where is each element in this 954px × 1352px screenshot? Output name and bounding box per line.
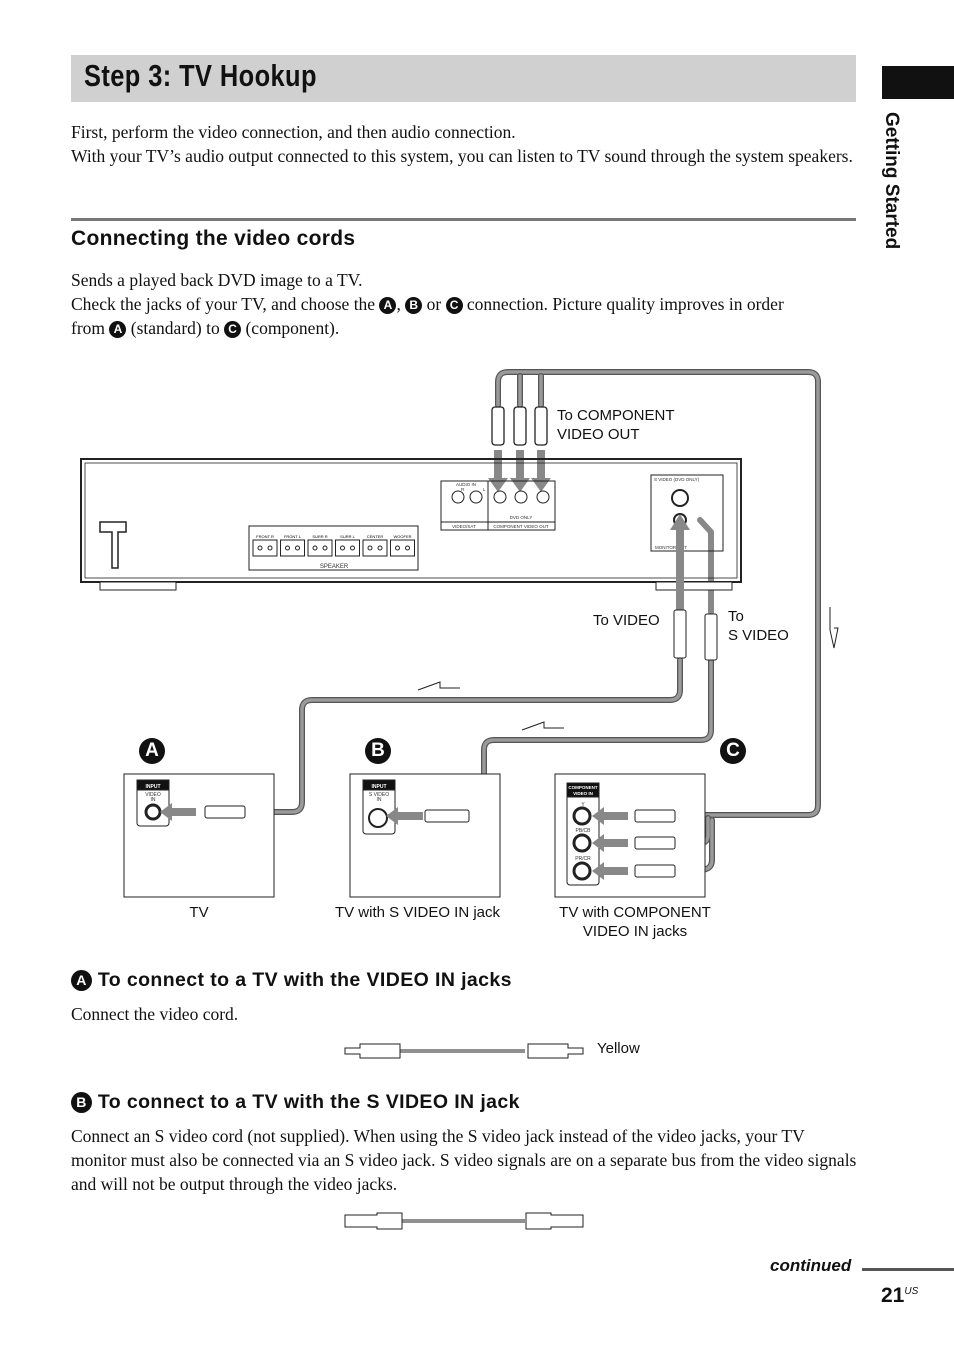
terminal-screw	[340, 545, 345, 551]
label: To COMPONENT	[557, 407, 675, 424]
s-video-cord	[465, 517, 714, 818]
down-arrows	[488, 450, 551, 492]
terminal-screw	[285, 545, 290, 551]
marker-b: B	[71, 1092, 92, 1113]
label: L	[483, 487, 486, 492]
body-text: Connect an S video cord (not supplied). …	[71, 1126, 857, 1194]
component-plugs	[491, 406, 548, 446]
speaker-label: FRONT L	[284, 534, 302, 539]
label: VIDEO OUT	[557, 426, 640, 443]
terminal-screw	[257, 545, 263, 551]
label: VIDEO/SAT	[452, 524, 476, 529]
label: PR/CR	[575, 856, 591, 862]
speaker-label: CENTER	[367, 534, 384, 539]
tv-boxes	[123, 773, 706, 898]
body-text: Connect the video cord.	[71, 1004, 239, 1024]
caption-tv-s-video: TV with S VIDEO IN jack	[334, 904, 501, 921]
label: VIDEO IN jacks	[582, 923, 688, 940]
dvd-system-unit	[80, 458, 742, 591]
speaker-terminal	[280, 539, 305, 557]
label: AUDIO IN	[456, 482, 476, 487]
label: SPEAKER	[320, 564, 349, 570]
heading-text: To connect to a TV with the VIDEO IN jac…	[97, 969, 512, 991]
terminal-screw	[267, 545, 273, 551]
terminal-screw	[350, 545, 355, 551]
marker-a: A	[71, 970, 92, 991]
heading-text: To connect to a TV with the S VIDEO IN j…	[97, 1091, 520, 1113]
marker-c: C	[720, 738, 746, 764]
video-plugs	[673, 609, 718, 661]
speaker-label: SURR R	[312, 534, 327, 539]
subheading-b: B To connect to a TV with the S VIDEO IN…	[71, 1091, 520, 1114]
label: S VIDEO	[728, 627, 789, 644]
speaker-terminal	[252, 539, 278, 557]
speaker-label: WOOFER	[394, 534, 412, 539]
marker-b: B	[365, 738, 391, 764]
cord-color-label: Yellow	[597, 1040, 640, 1057]
label: IN	[377, 797, 382, 803]
label: COMPONENT VIDEO OUT	[493, 524, 548, 529]
page-number: 21US	[881, 1284, 918, 1308]
label-to-component: To COMPONENT VIDEO OUT	[557, 406, 675, 444]
label-to-s-video: To S VIDEO	[728, 607, 789, 645]
terminal-screw	[367, 545, 373, 551]
label: PB/CB	[575, 828, 591, 834]
caption-tv: TV	[189, 904, 209, 921]
label: TV with COMPONENT	[559, 904, 711, 921]
continued-label: continued	[770, 1256, 852, 1275]
up-arrows	[670, 514, 690, 610]
label: To	[728, 608, 744, 625]
terminal-screw	[322, 545, 328, 551]
speaker-terminals: FRONT R FRONT L SURR R SURR L CENTER WOOFER	[252, 534, 415, 557]
terminal-screw	[405, 545, 410, 551]
page-suffix: US	[904, 1286, 919, 1297]
marker-a: A	[139, 738, 165, 764]
label-to-video: To VIDEO	[593, 612, 660, 629]
continued-rule	[862, 1268, 954, 1271]
label: R	[461, 487, 465, 492]
terminal-screw	[295, 545, 300, 551]
label: INPUT	[372, 784, 387, 790]
cord-a-illustration	[344, 1043, 584, 1059]
speaker-terminal	[335, 539, 360, 557]
label: COMPONENT	[568, 785, 598, 790]
speaker-terminal	[390, 539, 415, 557]
caption-tv-component: TV with COMPONENT VIDEO IN jacks	[540, 903, 730, 941]
subheading-a: A To connect to a TV with the VIDEO IN j…	[71, 969, 512, 992]
speaker-terminal	[362, 539, 388, 557]
terminal-screw	[395, 545, 400, 551]
page-num: 21	[881, 1284, 905, 1307]
label: INPUT	[146, 784, 161, 790]
label: VIDEO IN	[573, 791, 593, 796]
label: S VIDEO (DVD ONLY)	[654, 477, 700, 482]
speaker-label: SURR L	[340, 534, 355, 539]
manual-page: Step 3: TV Hookup Getting Started First,…	[0, 0, 954, 1352]
terminal-screw	[377, 545, 383, 551]
label: IN	[151, 797, 156, 803]
speaker-label: FRONT R	[256, 534, 274, 539]
label: DVD ONLY	[510, 515, 533, 520]
speaker-terminal	[307, 539, 333, 557]
cord-b-illustration	[344, 1212, 584, 1230]
terminal-screw	[312, 545, 318, 551]
